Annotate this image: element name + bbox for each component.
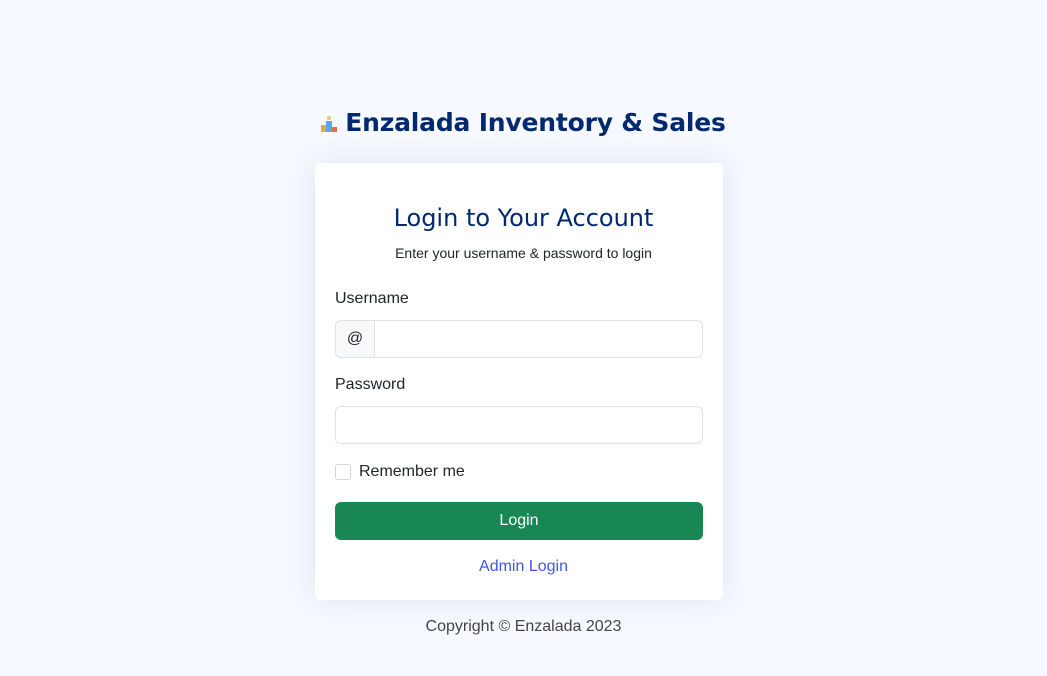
brand-title: Enzalada Inventory & Sales <box>345 108 726 137</box>
username-label: Username <box>335 290 409 307</box>
copyright-footer: Copyright © Enzalada 2023 <box>425 618 622 635</box>
bar-chart-logo-icon <box>321 115 338 132</box>
password-label: Password <box>335 376 406 393</box>
username-input-group: @ <box>335 320 703 358</box>
remember-me-checkbox[interactable] <box>335 464 351 480</box>
username-input[interactable] <box>374 320 703 358</box>
remember-me-row[interactable]: Remember me <box>335 462 465 482</box>
brand-header: Enzalada Inventory & Sales <box>0 108 1047 137</box>
at-sign-addon: @ <box>335 320 374 358</box>
login-button[interactable]: Login <box>335 502 703 540</box>
admin-login-link[interactable]: Admin Login <box>0 558 1047 576</box>
login-title: Login to Your Account <box>393 204 654 232</box>
password-input[interactable] <box>335 406 703 444</box>
remember-me-label[interactable]: Remember me <box>359 463 465 481</box>
login-subtitle: Enter your username & password to login <box>395 245 652 261</box>
